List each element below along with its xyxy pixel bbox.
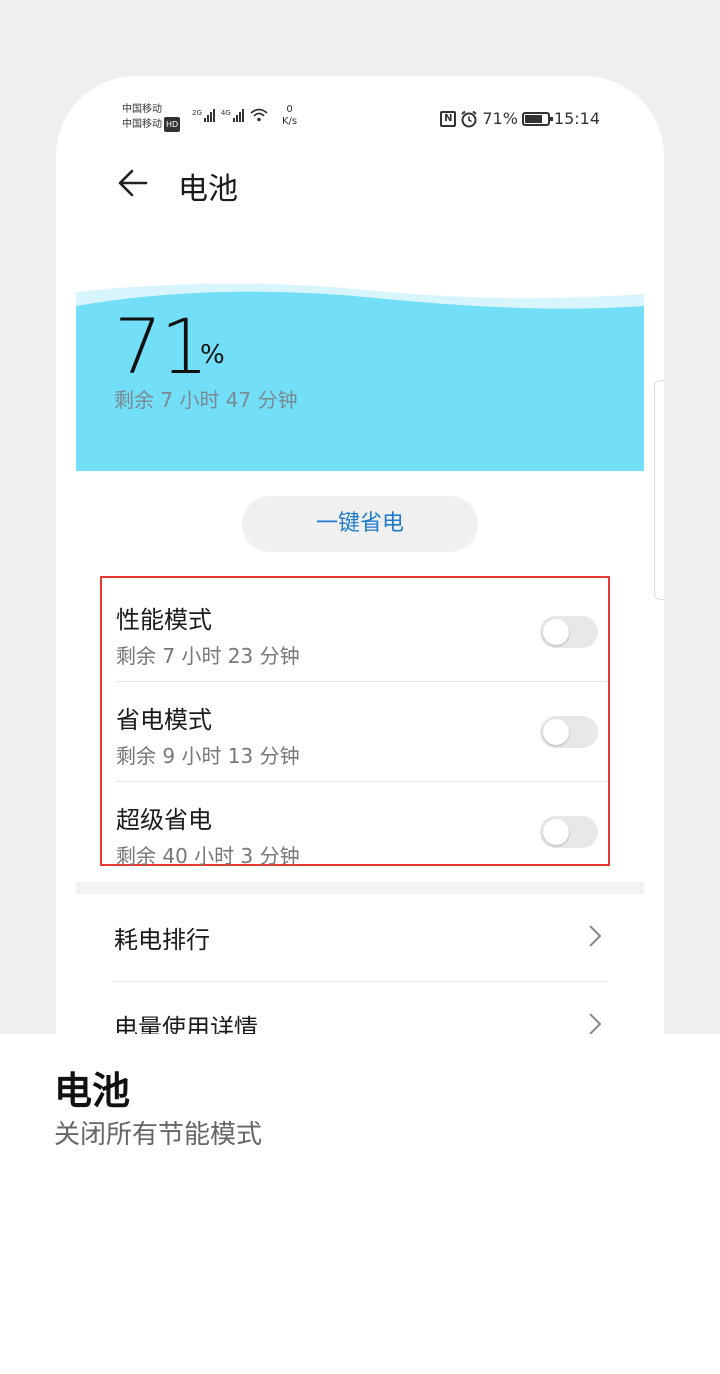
menu-label: 耗电排行 (114, 926, 210, 954)
battery-remaining-time: 剩余 7 小时 47 分钟 (114, 388, 298, 412)
battery-percent-text: 71% (482, 109, 518, 128)
battery-percent-sign: % (200, 340, 225, 370)
ultra-power-saving-toggle[interactable] (540, 816, 598, 848)
alarm-icon (461, 110, 477, 127)
power-modes-group: 性能模式 剩余 7 小时 23 分钟 省电模式 剩余 9 小时 13 分钟 超级… (100, 576, 610, 868)
status-right: N 71% 15:14 (440, 109, 600, 128)
caption-subtitle: 关闭所有节能模式 (54, 1120, 263, 1150)
mode-row-ultra-saving[interactable]: 超级省电 剩余 40 小时 3 分钟 (116, 782, 608, 882)
mode-title: 性能模式 (116, 606, 212, 634)
toggle-knob (543, 619, 569, 645)
signal-icon: 2G (192, 109, 215, 122)
toggle-knob (543, 719, 569, 745)
status-bar: 中国移动 中国移动 HD 2G 4G 0 K/s N 71% 15:14 (56, 100, 664, 136)
carrier-info: 中国移动 中国移动 HD (122, 102, 181, 132)
section-divider (76, 882, 644, 894)
caption-title: 电池 (54, 1069, 131, 1113)
menu-label: 电量使用详情 (114, 1014, 258, 1034)
clock: 15:14 (553, 109, 600, 128)
network-speed: 0 K/s (282, 104, 297, 128)
hd-badge: HD (164, 117, 181, 132)
carrier-1: 中国移动 (122, 104, 162, 115)
speed-value: 0 (286, 104, 293, 115)
battery-usage-details-item[interactable]: 电量使用详情 (114, 982, 608, 1034)
mode-subtitle: 剩余 7 小时 23 分钟 (116, 644, 300, 668)
performance-mode-toggle[interactable] (540, 616, 598, 648)
mode-subtitle: 剩余 9 小时 13 分钟 (116, 744, 300, 768)
power-saving-mode-toggle[interactable] (540, 716, 598, 748)
mode-subtitle: 剩余 40 小时 3 分钟 (116, 844, 300, 868)
battery-percent-number: 71 (114, 302, 209, 391)
signal-icon: 4G (221, 109, 244, 122)
one-tap-saver-button[interactable]: 一键省电 (242, 496, 478, 552)
battery-level-card: 71 % 剩余 7 小时 47 分钟 (76, 276, 644, 471)
wifi-icon (250, 108, 268, 122)
back-arrow-icon[interactable] (116, 166, 150, 200)
mode-title: 省电模式 (116, 706, 212, 734)
mode-row-power-saving[interactable]: 省电模式 剩余 9 小时 13 分钟 (116, 682, 608, 782)
mode-row-performance[interactable]: 性能模式 剩余 7 小时 23 分钟 (116, 582, 608, 682)
battery-icon (521, 111, 553, 126)
carrier-2: 中国移动 (122, 119, 162, 130)
signal-indicators: 2G 4G (192, 108, 268, 122)
scroll-handle (654, 380, 664, 600)
chevron-right-icon (589, 925, 602, 947)
phone-screen: 中国移动 中国移动 HD 2G 4G 0 K/s N 71% 15:14 电池 … (56, 76, 664, 1034)
network-type-1: 2G (192, 109, 202, 117)
power-consumption-ranking-item[interactable]: 耗电排行 (114, 894, 608, 982)
mode-title: 超级省电 (116, 806, 212, 834)
toggle-knob (543, 819, 569, 845)
network-type-2: 4G (220, 109, 231, 117)
speed-unit: K/s (282, 116, 298, 127)
chevron-right-icon (589, 1013, 602, 1034)
nfc-icon: N (440, 110, 457, 127)
page-title: 电池 (178, 172, 238, 207)
